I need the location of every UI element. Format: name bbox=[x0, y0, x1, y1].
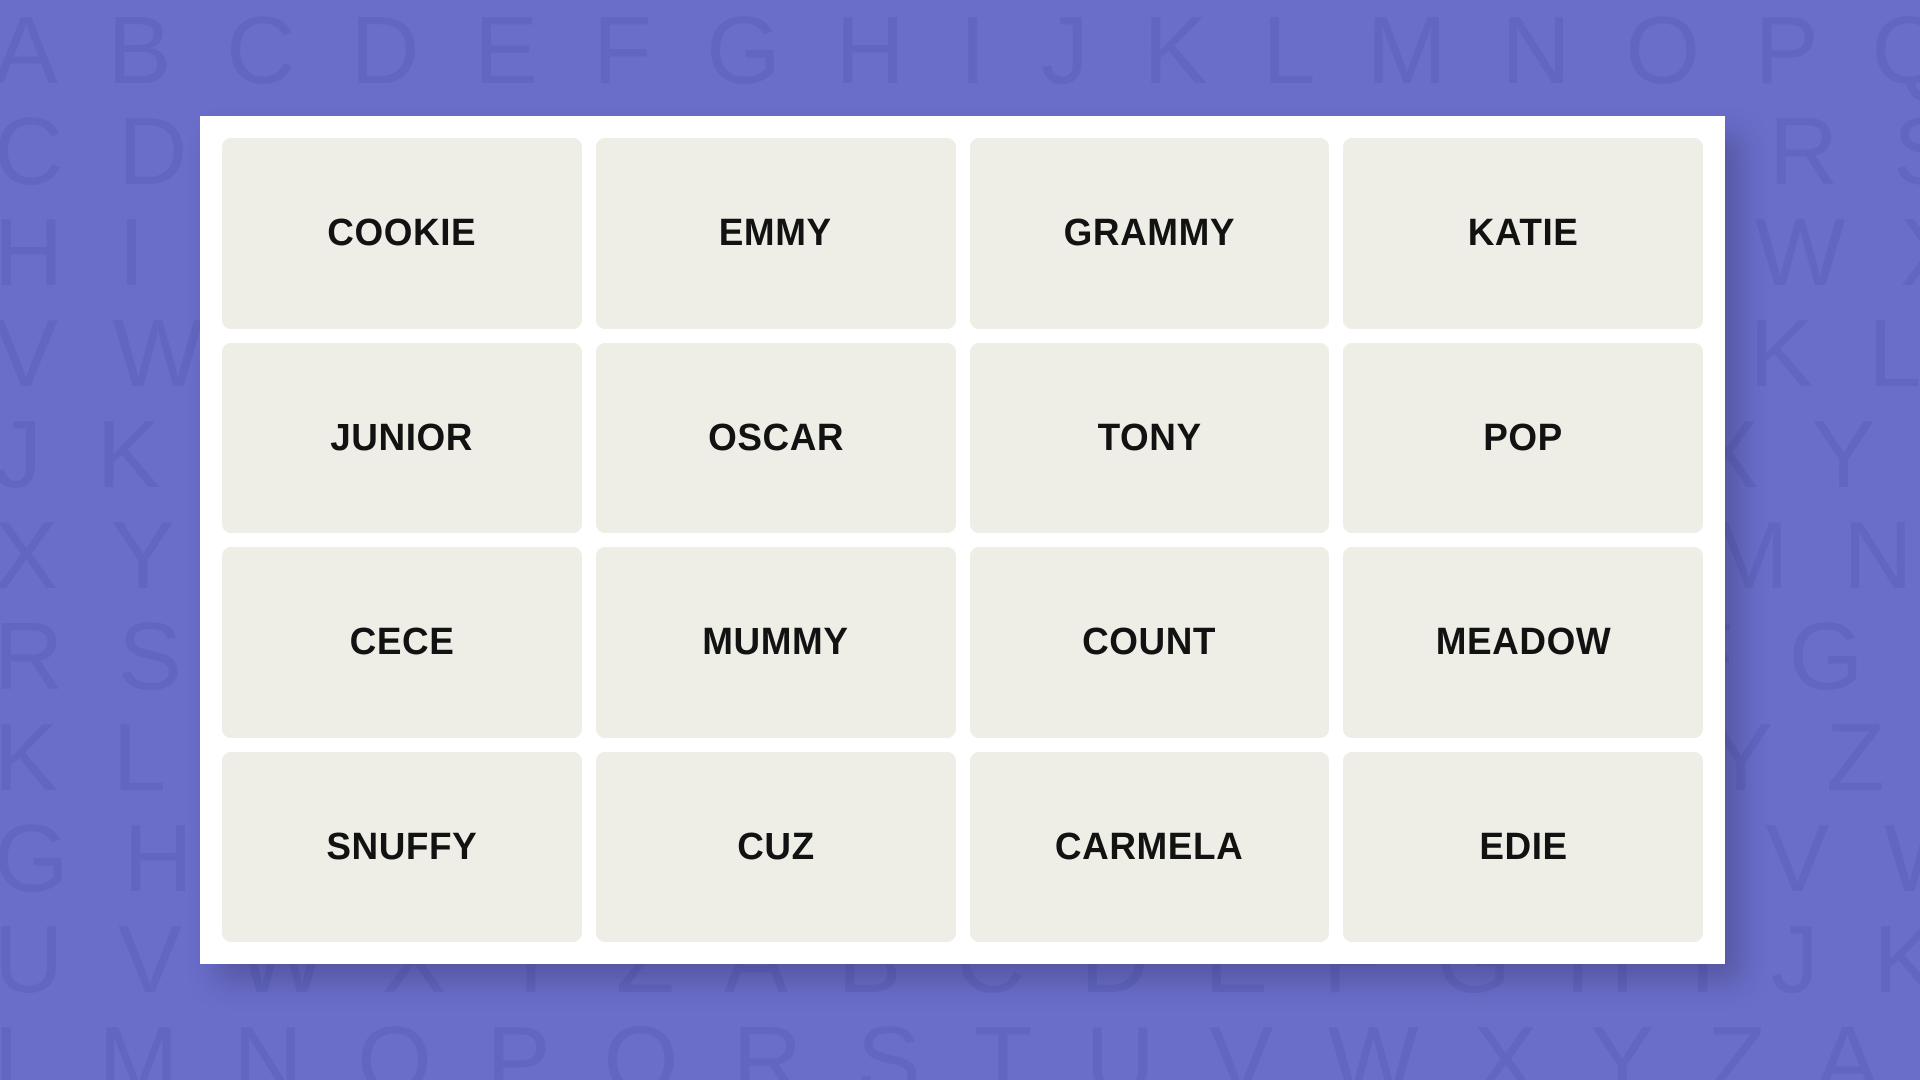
word-tile[interactable]: CUZ bbox=[595, 751, 956, 942]
word-tile-label: EMMY bbox=[719, 212, 833, 255]
word-tile[interactable]: CECE bbox=[222, 547, 582, 738]
word-tile[interactable]: KATIE bbox=[1343, 138, 1703, 329]
word-tile-label: COOKIE bbox=[327, 212, 477, 255]
word-tile-label: EDIE bbox=[1478, 825, 1568, 868]
word-tile[interactable]: JUNIOR bbox=[222, 342, 582, 533]
word-tile[interactable]: EDIE bbox=[1343, 751, 1703, 942]
word-tile[interactable]: CARMELA bbox=[969, 751, 1330, 942]
word-tile[interactable]: SNUFFY bbox=[222, 751, 582, 942]
word-tile[interactable]: TONY bbox=[969, 342, 1330, 533]
puzzle-board-card: COOKIE EMMY GRAMMY KATIE JUNIOR OSCAR TONY POP C… bbox=[200, 116, 1725, 964]
word-tile-label: TONY bbox=[1097, 416, 1202, 459]
word-tile-label: CECE bbox=[349, 621, 455, 664]
word-tile-label: CUZ bbox=[736, 825, 815, 868]
word-tile-label: OSCAR bbox=[707, 416, 844, 459]
word-tile-label: MEADOW bbox=[1435, 621, 1611, 664]
word-tile[interactable]: GRAMMY bbox=[969, 138, 1330, 329]
word-tile-label: POP bbox=[1483, 416, 1563, 459]
word-tile[interactable]: COUNT bbox=[969, 547, 1330, 738]
word-tile[interactable]: POP bbox=[1343, 342, 1703, 533]
word-tile-label: GRAMMY bbox=[1063, 212, 1236, 255]
word-tile[interactable]: EMMY bbox=[595, 138, 956, 329]
word-tile-label: CARMELA bbox=[1055, 825, 1244, 868]
word-tile-label: COUNT bbox=[1082, 621, 1217, 664]
word-tile[interactable]: COOKIE bbox=[222, 138, 582, 329]
word-tile[interactable]: MUMMY bbox=[595, 547, 956, 738]
word-tile-label: MUMMY bbox=[702, 621, 849, 664]
word-tile-label: SNUFFY bbox=[326, 825, 478, 868]
word-tile-label: KATIE bbox=[1467, 212, 1579, 255]
word-tile[interactable]: MEADOW bbox=[1343, 547, 1703, 738]
wallpaper-letter-row: L M N O P Q R S T U V W X Y Z A B C D E … bbox=[0, 1007, 1920, 1080]
word-tile-label: JUNIOR bbox=[330, 416, 474, 459]
wallpaper-letter-row: A B C D E F G H I J K L M N O P Q R S T … bbox=[0, 0, 1920, 104]
word-tile[interactable]: OSCAR bbox=[595, 342, 956, 533]
word-tile-grid: COOKIE EMMY GRAMMY KATIE JUNIOR OSCAR TONY POP C… bbox=[222, 138, 1703, 942]
